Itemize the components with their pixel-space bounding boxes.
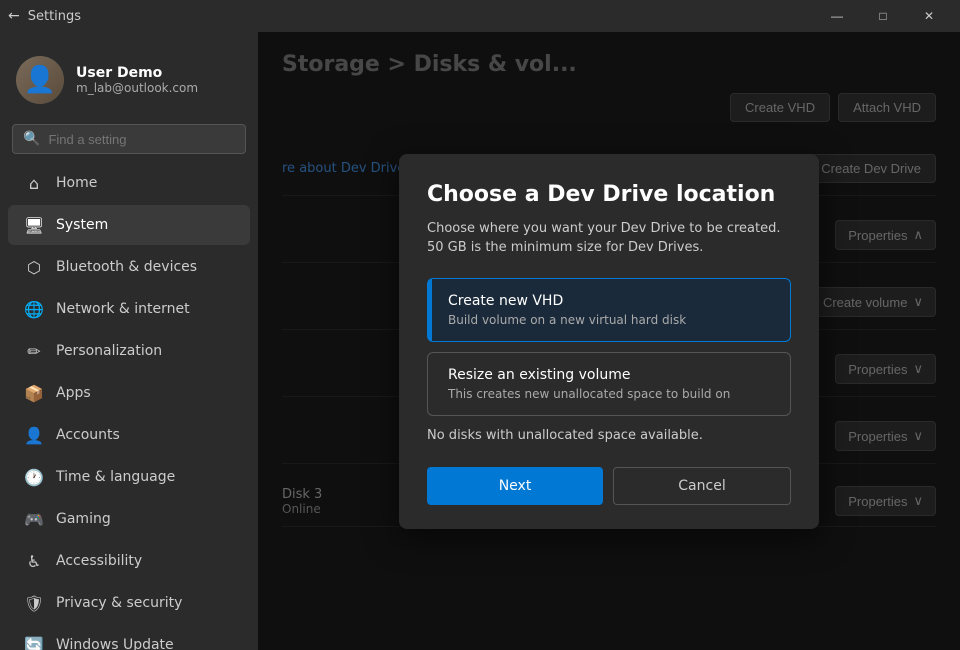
search-icon: 🔍	[23, 131, 40, 147]
close-button[interactable]: ✕	[906, 0, 952, 32]
user-section: 👤 User Demo m_lab@outlook.com	[0, 40, 258, 124]
accounts-icon: 👤	[24, 425, 44, 445]
option-create-vhd[interactable]: Create new VHD Build volume on a new vir…	[427, 278, 791, 342]
main-content: Storage > Disks & vol... Create VHD Atta…	[258, 32, 960, 650]
option2-title: Resize an existing volume	[444, 367, 774, 383]
sidebar-item-apps[interactable]: 📦 Apps	[8, 373, 250, 413]
time-icon: 🕐	[24, 467, 44, 487]
sidebar-item-privacy[interactable]: 🛡 Privacy & security	[8, 583, 250, 623]
update-icon: 🔄	[24, 635, 44, 650]
sidebar-item-time[interactable]: 🕐 Time & language	[8, 457, 250, 497]
sidebar-item-update[interactable]: 🔄 Windows Update	[8, 625, 250, 650]
sidebar-item-label: Personalization	[56, 343, 162, 359]
title-bar-left: ← Settings	[8, 8, 81, 24]
sidebar-item-accounts[interactable]: 👤 Accounts	[8, 415, 250, 455]
dialog-description: Choose where you want your Dev Drive to …	[427, 219, 791, 258]
sidebar-item-system[interactable]: 🖥 System	[8, 205, 250, 245]
user-name: User Demo	[76, 65, 198, 81]
user-email: m_lab@outlook.com	[76, 81, 198, 95]
bluetooth-icon: ⬡	[24, 257, 44, 277]
cancel-button[interactable]: Cancel	[613, 467, 791, 505]
title-bar: ← Settings — □ ✕	[0, 0, 960, 32]
sidebar-item-home[interactable]: ⌂ Home	[8, 163, 250, 203]
dialog: Choose a Dev Drive location Choose where…	[399, 154, 819, 529]
sidebar-item-label: Network & internet	[56, 301, 190, 317]
option1-desc: Build volume on a new virtual hard disk	[444, 313, 774, 327]
app-body: 👤 User Demo m_lab@outlook.com 🔍 ⌂ Home 🖥…	[0, 32, 960, 650]
sidebar: 👤 User Demo m_lab@outlook.com 🔍 ⌂ Home 🖥…	[0, 32, 258, 650]
maximize-button[interactable]: □	[860, 0, 906, 32]
network-icon: 🌐	[24, 299, 44, 319]
sidebar-item-network[interactable]: 🌐 Network & internet	[8, 289, 250, 329]
sidebar-item-gaming[interactable]: 🎮 Gaming	[8, 499, 250, 539]
next-button[interactable]: Next	[427, 467, 603, 505]
window-controls: — □ ✕	[814, 0, 952, 32]
sidebar-item-label: Accounts	[56, 427, 120, 443]
option-resize-volume[interactable]: Resize an existing volume This creates n…	[427, 352, 791, 416]
sidebar-item-label: System	[56, 217, 108, 233]
option1-title: Create new VHD	[444, 293, 774, 309]
back-button[interactable]: ←	[8, 8, 20, 24]
sidebar-item-label: Accessibility	[56, 553, 142, 569]
no-disks-message: No disks with unallocated space availabl…	[427, 428, 791, 443]
system-icon: 🖥	[24, 215, 44, 235]
dialog-overlay: Choose a Dev Drive location Choose where…	[258, 32, 960, 650]
sidebar-item-label: Apps	[56, 385, 91, 401]
apps-icon: 📦	[24, 383, 44, 403]
sidebar-item-label: Bluetooth & devices	[56, 259, 197, 275]
sidebar-item-label: Privacy & security	[56, 595, 182, 611]
app-title: Settings	[28, 9, 81, 24]
gaming-icon: 🎮	[24, 509, 44, 529]
accessibility-icon: ♿	[24, 551, 44, 571]
sidebar-item-label: Gaming	[56, 511, 111, 527]
avatar: 👤	[16, 56, 64, 104]
sidebar-item-personalization[interactable]: ✏ Personalization	[8, 331, 250, 371]
dialog-footer: Next Cancel	[427, 467, 791, 505]
home-icon: ⌂	[24, 173, 44, 193]
personalization-icon: ✏	[24, 341, 44, 361]
sidebar-item-label: Time & language	[56, 469, 175, 485]
minimize-button[interactable]: —	[814, 0, 860, 32]
dialog-title: Choose a Dev Drive location	[427, 182, 791, 207]
privacy-icon: 🛡	[24, 593, 44, 613]
selected-indicator	[428, 279, 432, 341]
sidebar-item-accessibility[interactable]: ♿ Accessibility	[8, 541, 250, 581]
search-box[interactable]: 🔍	[12, 124, 246, 154]
search-input[interactable]	[48, 132, 235, 147]
option2-desc: This creates new unallocated space to bu…	[444, 387, 774, 401]
sidebar-item-label: Windows Update	[56, 637, 174, 650]
sidebar-item-bluetooth[interactable]: ⬡ Bluetooth & devices	[8, 247, 250, 287]
sidebar-item-label: Home	[56, 175, 97, 191]
